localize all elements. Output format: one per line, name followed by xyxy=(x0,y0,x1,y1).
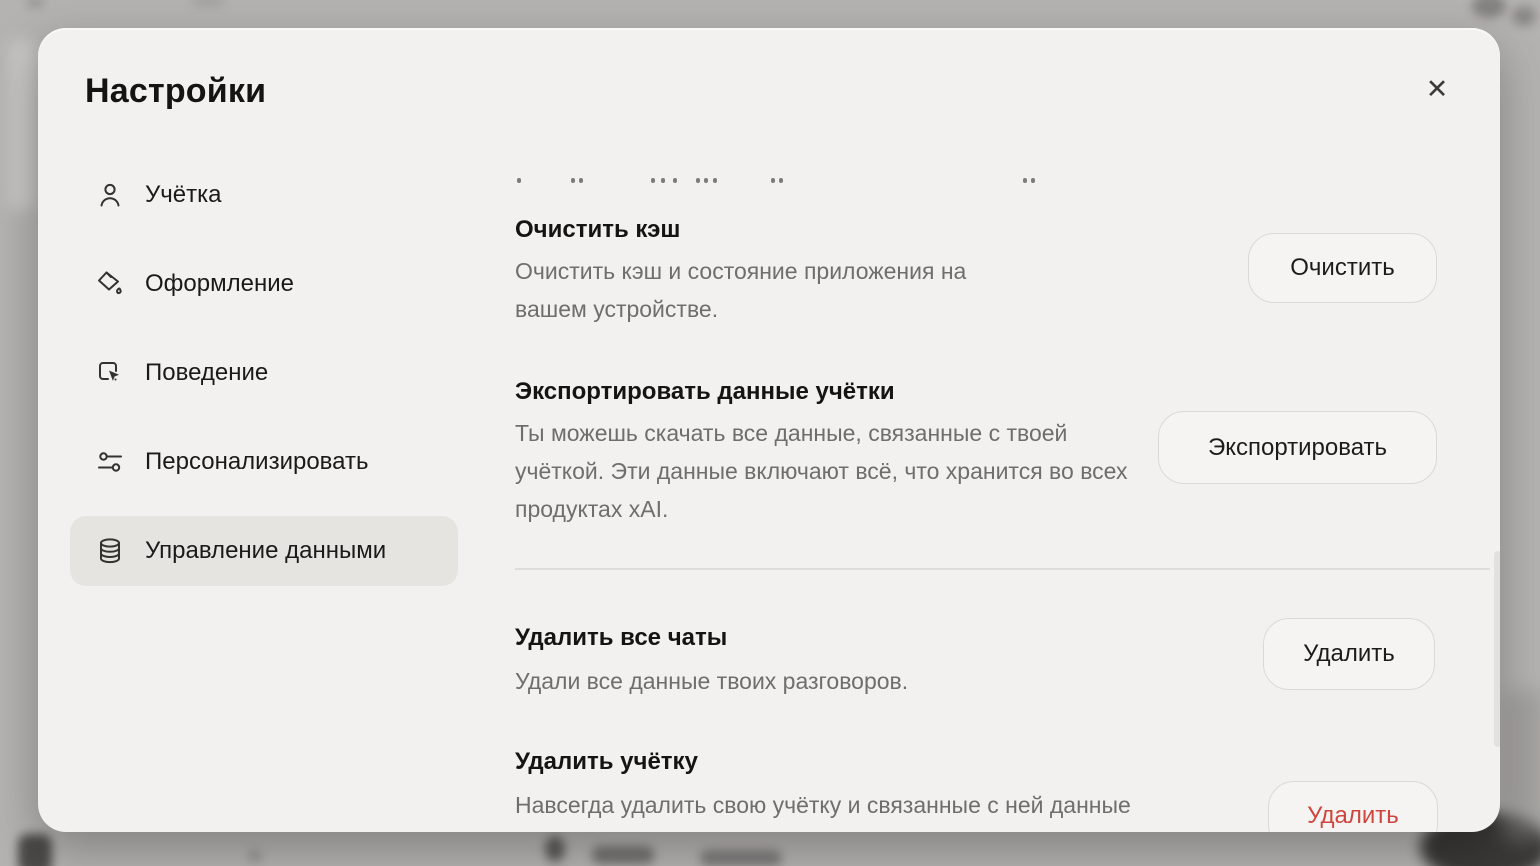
delete-chats-button[interactable]: Удалить xyxy=(1263,618,1435,690)
sidebar-item-label: Учётка xyxy=(145,181,221,209)
delete-account-description: Навсегда удалить свою учётку и связанные… xyxy=(515,786,1275,824)
paint-bucket-icon xyxy=(95,269,125,299)
export-data-heading: Экспортировать данные учётки xyxy=(515,378,895,406)
close-button[interactable]: ✕ xyxy=(1414,66,1460,112)
sidebar-item-appearance[interactable]: Оформление xyxy=(70,249,458,319)
sidebar-item-label: Поведение xyxy=(145,359,268,387)
clear-cache-button[interactable]: Очистить xyxy=(1248,233,1437,303)
backdrop-blob xyxy=(592,846,654,864)
page-title: Настройки xyxy=(85,72,266,111)
delete-account-heading: Удалить учётку xyxy=(515,748,698,776)
close-icon: ✕ xyxy=(1426,74,1449,105)
delete-chats-description: Удали все данные твоих разговоров. xyxy=(515,662,1215,700)
backdrop-blob xyxy=(26,0,44,8)
clipped-scrolled-row xyxy=(515,178,1495,188)
clear-cache-heading: Очистить кэш xyxy=(515,216,680,244)
sidebar-item-personalize[interactable]: Персонализировать xyxy=(70,427,458,497)
backdrop-blob xyxy=(1512,6,1536,26)
sidebar-item-label: Оформление xyxy=(145,270,294,298)
settings-sidebar: Учётка Оформление Поведение xyxy=(70,160,458,605)
content-scrollbar-thumb[interactable] xyxy=(1494,551,1500,747)
delete-account-button[interactable]: Удалить xyxy=(1268,781,1438,832)
sidebar-item-label: Управление данными xyxy=(145,537,386,565)
sidebar-item-label: Персонализировать xyxy=(145,448,368,476)
backdrop-blob xyxy=(545,836,565,862)
backdrop-blob xyxy=(700,850,782,866)
sidebar-item-behavior[interactable]: Поведение xyxy=(70,338,458,408)
person-icon xyxy=(95,180,125,210)
sliders-icon xyxy=(95,447,125,477)
backdrop-blob xyxy=(18,834,52,866)
delete-chats-heading: Удалить все чаты xyxy=(515,624,727,652)
backdrop-blob xyxy=(190,0,226,6)
settings-dialog: Настройки ✕ Учётка Оформление xyxy=(38,28,1500,832)
section-divider xyxy=(515,568,1490,570)
clear-cache-description: Очистить кэш и состояние приложения на в… xyxy=(515,252,1135,328)
backdrop-blob xyxy=(1502,690,1540,840)
export-data-description: Ты можешь скачать все данные, связанные … xyxy=(515,414,1275,528)
database-icon xyxy=(95,536,125,566)
backdrop-blob xyxy=(248,850,262,862)
backdrop-blob xyxy=(1472,0,1506,18)
backdrop-blob xyxy=(8,40,36,210)
behavior-cursor-icon xyxy=(95,358,125,388)
sidebar-item-account[interactable]: Учётка xyxy=(70,160,458,230)
sidebar-item-data-controls[interactable]: Управление данными xyxy=(70,516,458,586)
